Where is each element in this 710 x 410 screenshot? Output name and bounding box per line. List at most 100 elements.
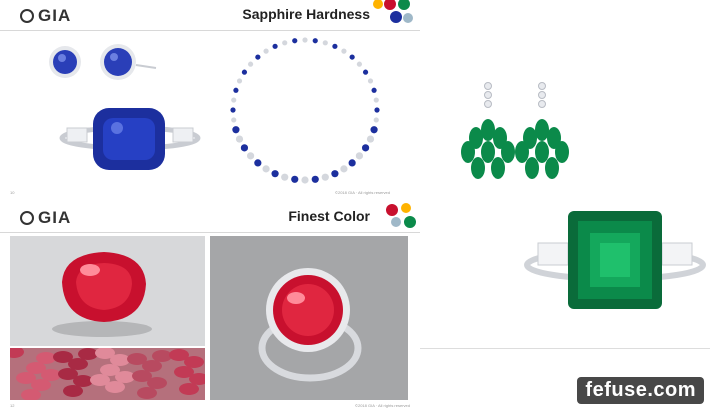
necklace-bead: [272, 43, 278, 49]
necklace-bead: [356, 61, 363, 67]
rough-ruby-stone: [63, 385, 83, 397]
gia-logo-text: GIA: [38, 208, 72, 227]
necklace-bead: [271, 170, 279, 178]
slide-footer: ©2018 GIA · All rights reserved: [355, 403, 410, 408]
slide-header: GIA Finest Color: [0, 202, 420, 233]
emerald-drop: [461, 141, 475, 163]
necklace-bead: [349, 54, 355, 60]
necklace-bead: [281, 173, 289, 181]
necklace-bead: [340, 165, 348, 173]
rough-ruby-stone: [179, 383, 199, 395]
slide-footer: ©2018 GIA · All rights reserved: [335, 190, 390, 195]
emerald-drop: [535, 119, 549, 141]
necklace-bead: [231, 117, 237, 123]
necklace-bead: [263, 48, 269, 54]
necklace-bead: [233, 87, 239, 93]
necklace-bead: [362, 69, 369, 75]
necklace-bead: [361, 144, 370, 152]
rough-rubies-photo: [10, 348, 205, 400]
emerald-ring-photo: [524, 211, 706, 309]
emerald-drop: [481, 141, 495, 163]
emerald-drop: [481, 119, 495, 141]
emerald-drop: [555, 141, 569, 163]
necklace-bead: [236, 78, 243, 84]
rough-ruby-stone: [169, 349, 189, 361]
necklace-bead: [321, 173, 329, 181]
necklace-bead: [241, 69, 248, 75]
header-gem-cluster-icon: [373, 0, 413, 23]
necklace-bead: [373, 117, 379, 123]
gia-logo: GIA: [20, 6, 71, 26]
necklace-bead: [370, 126, 378, 134]
necklace-bead: [371, 87, 377, 93]
necklace-bead: [231, 97, 237, 103]
necklace-bead: [282, 40, 288, 46]
rough-ruby-stone: [58, 368, 78, 380]
emerald-drop: [545, 157, 559, 179]
necklace-bead: [235, 135, 244, 143]
sapphire-ring-photo: [59, 108, 201, 170]
slide-page-number: 12: [10, 403, 15, 408]
ruby-ring-photo: [210, 236, 408, 400]
necklace-bead: [332, 43, 338, 49]
necklace-bead: [348, 159, 356, 167]
rough-ruby-stone: [174, 366, 194, 378]
emerald-drop: [501, 141, 515, 163]
loose-ruby-photo: [10, 236, 205, 346]
slide-page-number: 10: [10, 190, 15, 195]
rough-ruby-stone: [152, 350, 172, 362]
rough-ruby-stone: [100, 364, 120, 376]
necklace-bead: [255, 54, 261, 60]
gia-logo-text: GIA: [38, 6, 72, 25]
gia-emblem-icon: [20, 9, 34, 23]
necklace-bead: [246, 152, 255, 160]
emerald-drop: [471, 157, 485, 179]
rough-ruby-stone: [90, 374, 110, 386]
rough-ruby-stone: [127, 353, 147, 365]
rough-ruby-stone: [16, 372, 36, 384]
emerald-jewelry-panel: [420, 0, 710, 349]
emerald-drop: [525, 157, 539, 179]
emerald-drop: [535, 141, 549, 163]
necklace-bead: [247, 61, 254, 67]
gia-logo: GIA: [20, 208, 71, 228]
necklace-bead: [311, 175, 319, 183]
necklace-bead: [366, 135, 375, 143]
watermark: fefuse.com: [577, 377, 704, 404]
slide-sapphire-hardness: GIA Sapphire Hardness 10 ©2018 GIA · All…: [0, 0, 420, 198]
necklace-bead: [291, 175, 299, 183]
necklace-bead: [254, 159, 262, 167]
sapphire-necklace-photo: [230, 37, 380, 184]
necklace-bead: [232, 126, 240, 134]
rough-ruby-stone: [132, 370, 152, 382]
slide-header: GIA Sapphire Hardness: [0, 0, 420, 31]
necklace-bead: [301, 176, 309, 184]
slide-finest-color: GIA Finest Color 12 ©2018 GIA · All righ…: [0, 200, 420, 410]
necklace-bead: [302, 37, 308, 43]
rough-ruby-stone: [36, 352, 56, 364]
gia-emblem-icon: [20, 211, 34, 225]
rough-ruby-stone: [78, 348, 98, 360]
rough-ruby-stone: [137, 387, 157, 399]
rough-ruby-stone: [53, 351, 73, 363]
necklace-bead: [341, 48, 347, 54]
necklace-bead: [262, 165, 270, 173]
necklace-bead: [240, 144, 249, 152]
necklace-bead: [292, 38, 298, 44]
necklace-bead: [367, 78, 374, 84]
necklace-bead: [373, 97, 379, 103]
necklace-bead: [331, 170, 339, 178]
necklace-bead: [230, 107, 236, 113]
necklace-bead: [355, 152, 364, 160]
slide-title: Sapphire Hardness: [242, 6, 370, 22]
emerald-earrings-photo: [461, 82, 569, 179]
sapphire-earrings-photo: [49, 44, 157, 80]
emerald-drop: [515, 141, 529, 163]
necklace-bead: [312, 38, 318, 44]
rough-ruby-stone: [26, 362, 46, 374]
emerald-drop: [491, 157, 505, 179]
slide-title: Finest Color: [288, 208, 370, 224]
necklace-bead: [374, 107, 380, 113]
necklace-bead: [322, 40, 328, 46]
header-gem-cluster-icon: [386, 203, 416, 228]
